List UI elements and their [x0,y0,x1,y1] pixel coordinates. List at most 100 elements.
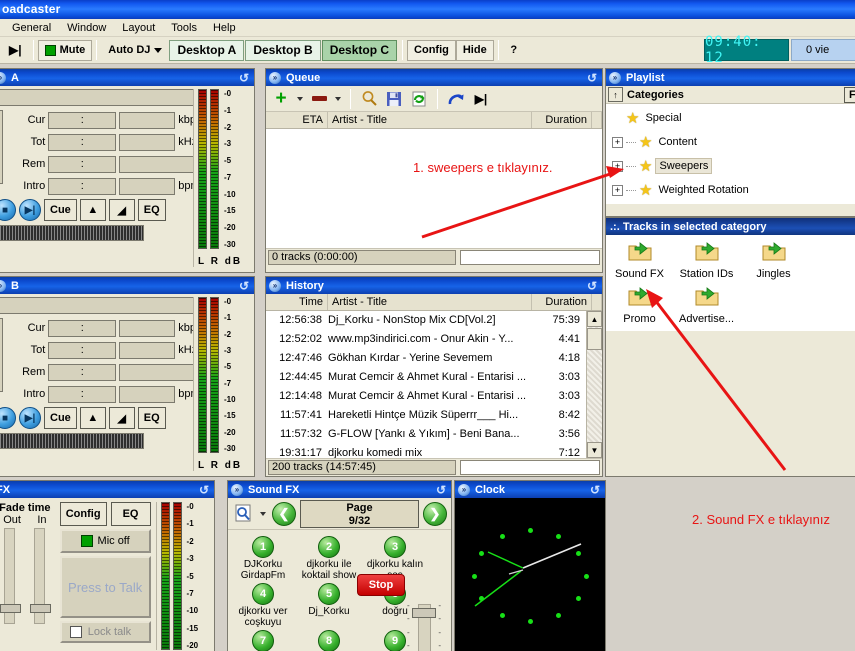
queue-list[interactable] [266,129,602,248]
history-col-time[interactable]: Time [266,294,328,310]
player-a-eject-button[interactable]: ▲ [80,199,106,221]
lock-talk-row[interactable]: Lock talk [60,621,151,643]
panel-menu-icon[interactable]: » [458,484,470,496]
fade-in-thumb[interactable] [30,604,51,613]
press-to-talk-button[interactable]: Press to Talk [60,556,151,618]
player-a-cue-button[interactable]: Cue [44,199,77,221]
tree-node-sweepers[interactable]: + ★ Sweepers [606,154,855,178]
fade-out-slider[interactable] [4,528,15,624]
player-b-fade-button[interactable]: ◢ [109,407,135,429]
soundfx-button[interactable]: 5Dj_Korku [298,581,360,628]
table-row[interactable]: 12:14:48Murat Cemcir & Ahmet Kural - Ent… [266,387,602,406]
menu-item-layout[interactable]: Layout [114,21,163,35]
hide-button[interactable]: Hide [456,40,494,61]
rollup-icon[interactable]: ↺ [590,483,602,497]
desktop-a-button[interactable]: Desktop A [169,40,244,61]
rollup-icon[interactable]: ↺ [436,483,448,497]
fx-volume-thumb[interactable] [412,608,436,618]
player-b-cue-button[interactable]: Cue [44,407,77,429]
expander-icon[interactable]: + [612,185,623,196]
player-b-eject-button[interactable]: ▲ [80,407,106,429]
soundfx-button[interactable]: 4djkorku ver coşkuyu [232,581,294,628]
soundfx-button[interactable]: 7 [232,628,294,651]
menu-item-general[interactable]: General [4,21,59,35]
mute-button[interactable]: Mute [38,40,93,61]
fx-config-button[interactable]: Config [60,502,107,526]
queue-refresh-button[interactable] [408,88,430,110]
fade-in-slider[interactable] [34,528,45,624]
folder-grid[interactable]: Sound FXStation IDsJingles PromoAdvertise… [606,235,855,331]
player-a-fade-button[interactable]: ◢ [109,199,135,221]
player-a-next-button[interactable]: ▶| [19,199,41,221]
table-row[interactable]: 19:31:17djkorku komedi mix7:12 [266,444,602,458]
fade-out-thumb[interactable] [0,604,21,613]
soundfx-next-page-button[interactable]: ❯ [423,502,447,526]
up-arrow-icon[interactable]: ↑ [608,87,623,102]
filter-button[interactable]: F [844,87,855,103]
expander-icon[interactable]: + [612,161,623,172]
help-button[interactable]: ? [503,40,525,61]
desktop-c-button[interactable]: Desktop C [322,40,397,61]
soundfx-prev-page-button[interactable]: ❮ [272,502,296,526]
scroll-thumb[interactable] [587,328,602,350]
rollup-icon[interactable]: ↺ [587,71,599,85]
panel-menu-icon[interactable]: » [269,280,281,292]
folder-item[interactable]: Promo [606,286,673,325]
queue-search-button[interactable] [358,88,380,110]
player-a-eq-button[interactable]: EQ [138,199,166,221]
panel-menu-icon[interactable]: » [0,280,6,292]
table-row[interactable]: 12:56:38Dj_Korku - NonStop Mix CD[Vol.2]… [266,311,602,330]
history-col-title[interactable]: Artist - Title [328,294,532,310]
queue-add-dropdown[interactable] [295,88,305,110]
fx-eq-button[interactable]: EQ [111,502,151,526]
lock-talk-checkbox[interactable] [70,626,82,638]
player-a-progress-bar[interactable] [0,225,144,241]
table-row[interactable]: 11:57:41Hareketli Hintçe Müzik Süperrr__… [266,406,602,425]
soundfx-browse-button[interactable] [232,503,254,525]
player-b-stop-button[interactable]: ■ [0,407,16,429]
soundfx-browse-dropdown[interactable] [258,503,268,525]
playlist-category-tree[interactable]: ★ Special + ★ Content + ★ Sweepers + ★ W… [606,104,855,204]
queue-col-title[interactable]: Artist - Title [328,112,532,128]
tree-node-special[interactable]: ★ Special [606,106,855,130]
queue-remove-button[interactable] [308,88,330,110]
panel-menu-icon[interactable]: » [231,484,243,496]
folder-item[interactable]: Sound FX [606,241,673,280]
panel-menu-icon[interactable]: » [0,72,6,84]
player-b-eq-button[interactable]: EQ [138,407,166,429]
soundfx-button[interactable]: 1DJKorku GirdapFm [232,534,294,581]
queue-redo-button[interactable] [445,88,467,110]
table-row[interactable]: 12:52:02www.mp3indirici.com - Onur Akin … [266,330,602,349]
menu-item-help[interactable]: Help [205,21,244,35]
config-button[interactable]: Config [407,40,456,61]
soundfx-button[interactable]: 8 [298,628,360,651]
rollup-icon[interactable]: ↺ [587,279,599,293]
queue-skip-button[interactable]: ▶| [470,88,492,110]
folder-item[interactable]: Station IDs [673,241,740,280]
tree-node-weighted-rotation[interactable]: + ★ Weighted Rotation [606,178,855,202]
player-a-stop-button[interactable]: ■ [0,199,16,221]
table-row[interactable]: 12:44:45Murat Cemcir & Ahmet Kural - Ent… [266,368,602,387]
table-row[interactable]: 12:47:46Gökhan Kırdar - Yerine Sevemem4:… [266,349,602,368]
menu-item-tools[interactable]: Tools [163,21,205,35]
expander-icon[interactable]: + [612,137,623,148]
table-row[interactable]: 11:57:32G-FLOW [Yankı & Yıkım] - Beni Ba… [266,425,602,444]
rollup-icon[interactable]: ↺ [239,279,251,293]
scroll-down-button[interactable]: ▼ [587,442,602,458]
mic-toggle-button[interactable]: Mic off [60,529,151,553]
soundfx-button[interactable]: 2djkorku ile koktail show [298,534,360,581]
panel-menu-icon[interactable]: » [269,72,281,84]
rollup-icon[interactable]: ↺ [199,483,211,497]
folder-item[interactable]: Jingles [740,241,807,280]
folder-item[interactable]: Advertise... [673,286,740,325]
skip-track-button[interactable]: ▶| [2,40,29,61]
rollup-icon[interactable]: ↺ [239,71,251,85]
player-b-next-button[interactable]: ▶| [19,407,41,429]
history-col-duration[interactable]: Duration [532,294,592,310]
queue-save-button[interactable] [383,88,405,110]
soundfx-volume-slider[interactable]: --------- --------- [407,604,441,651]
tree-node-content[interactable]: + ★ Content [606,130,855,154]
scroll-up-button[interactable]: ▲ [587,311,602,327]
queue-col-eta[interactable]: ETA [266,112,328,128]
soundfx-stop-button[interactable]: Stop [357,574,405,596]
